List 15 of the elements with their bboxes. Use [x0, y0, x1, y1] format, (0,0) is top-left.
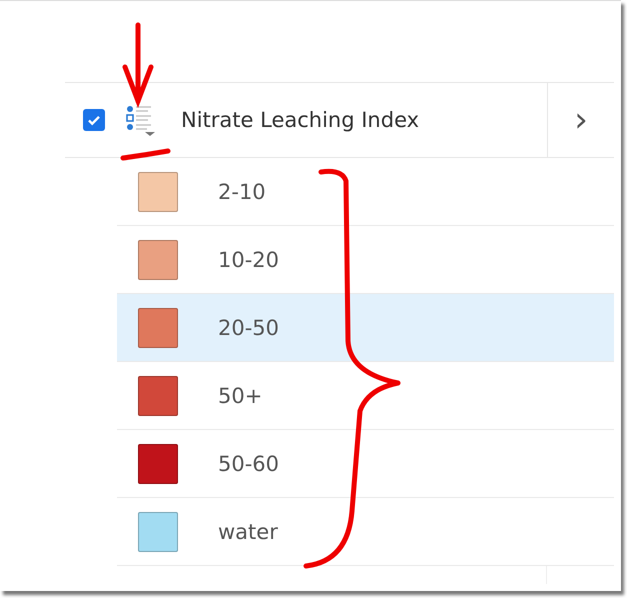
- expand-button[interactable]: ›: [547, 83, 614, 157]
- legend-row[interactable]: 50+: [117, 362, 614, 430]
- legend-label: 10-20: [218, 248, 280, 272]
- legend-row[interactable]: 2-10: [117, 158, 614, 226]
- legend-row[interactable]: 50-60: [117, 430, 614, 498]
- legend-label: 50-60: [218, 452, 280, 476]
- legend-label: 2-10: [218, 180, 266, 204]
- layer-checkbox[interactable]: [83, 109, 105, 131]
- legend-label: water: [218, 520, 278, 544]
- legend-label: 20-50: [218, 316, 280, 340]
- layer-title: Nitrate Leaching Index: [181, 108, 420, 132]
- legend-label: 50+: [218, 384, 262, 408]
- legend-row[interactable]: water: [117, 498, 614, 566]
- legend-row[interactable]: 20-50: [117, 294, 614, 362]
- annotation-underline: [120, 148, 170, 160]
